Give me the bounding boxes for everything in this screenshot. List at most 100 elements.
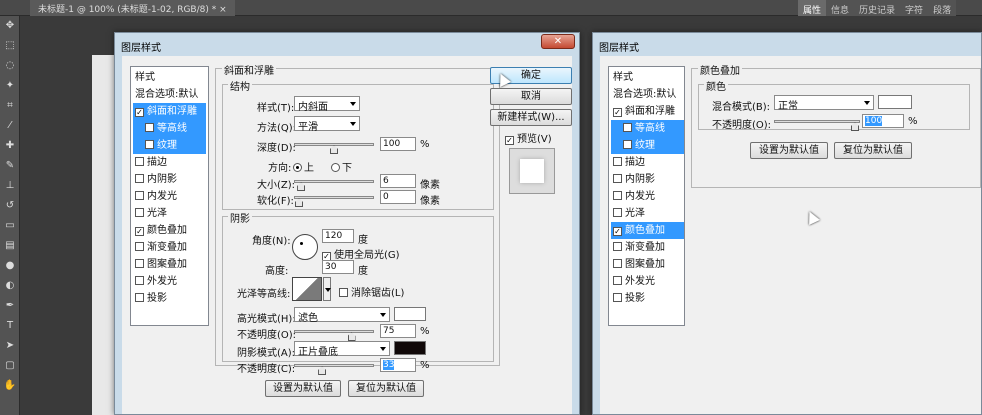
opacity-input[interactable]: 100 — [862, 114, 904, 128]
style-list-item[interactable]: 外发光 — [133, 273, 206, 290]
checkbox-empty-icon[interactable] — [613, 259, 622, 268]
brush-tool-icon[interactable]: ✎ — [2, 158, 18, 173]
document-tab-close-icon[interactable]: × — [219, 5, 227, 15]
healing-brush-tool-icon[interactable]: ✚ — [2, 138, 18, 153]
style-list-item[interactable]: ✓ 斜面和浮雕 — [133, 103, 206, 120]
blur-tool-icon[interactable]: ● — [2, 258, 18, 273]
checkbox-empty-icon[interactable] — [145, 123, 154, 132]
close-button[interactable]: ✕ — [541, 34, 575, 49]
highlight-opacity-slider[interactable] — [294, 330, 374, 341]
tab-history[interactable]: 历史记录 — [854, 0, 900, 16]
magic-wand-tool-icon[interactable]: ✦ — [2, 78, 18, 93]
size-input[interactable]: 6 — [380, 174, 416, 188]
checkbox-checked-icon[interactable]: ✓ — [613, 108, 622, 117]
shadow-mode-select[interactable]: 正片叠底 — [294, 341, 390, 358]
soften-input[interactable]: 0 — [380, 190, 416, 204]
style-list-item[interactable]: 内发光 — [611, 188, 684, 205]
hand-tool-icon[interactable]: ✋ — [2, 378, 18, 393]
style-list-item[interactable]: 投影 — [611, 290, 684, 307]
angle-dial[interactable] — [292, 234, 318, 260]
checkbox-empty-icon[interactable] — [613, 157, 622, 166]
highlight-mode-select[interactable]: 滤色 — [294, 307, 390, 324]
style-list-item[interactable]: 描边 — [611, 154, 684, 171]
tab-info[interactable]: 信息 — [826, 0, 854, 16]
style-list-item[interactable]: 渐变叠加 — [133, 239, 206, 256]
checkbox-empty-icon[interactable] — [135, 174, 144, 183]
checkbox-checked-icon[interactable]: ✓ — [135, 108, 144, 117]
gradient-tool-icon[interactable]: ▤ — [2, 238, 18, 253]
global-light-checkbox[interactable]: ✓ 使用全局光(G) — [322, 246, 400, 261]
checkbox-empty-icon[interactable] — [135, 242, 144, 251]
checkbox-empty-icon[interactable] — [613, 174, 622, 183]
shape-tool-icon[interactable]: ▢ — [2, 358, 18, 373]
style-list-item[interactable]: 内发光 — [133, 188, 206, 205]
cancel-button[interactable]: 取消 — [490, 88, 572, 105]
style-list-item[interactable]: 投影 — [133, 290, 206, 307]
direction-down-radio[interactable]: 下 — [331, 159, 352, 174]
tab-paragraph[interactable]: 段落 — [928, 0, 956, 16]
dodge-tool-icon[interactable]: ◐ — [2, 278, 18, 293]
eraser-tool-icon[interactable]: ▭ — [2, 218, 18, 233]
antialias-checkbox[interactable]: 消除锯齿(L) — [339, 284, 404, 299]
checkbox-empty-icon[interactable] — [613, 293, 622, 302]
size-slider[interactable] — [294, 180, 374, 191]
marquee-tool-icon[interactable]: ⬚ — [2, 38, 18, 53]
crop-tool-icon[interactable]: ⌗ — [2, 98, 18, 113]
shadow-color-swatch[interactable] — [394, 341, 426, 355]
document-tab[interactable]: 未标题-1 @ 100% (未标题-1-02, RGB/8) * × — [30, 0, 235, 16]
style-list-item[interactable]: ✓ 斜面和浮雕 — [611, 103, 684, 120]
path-selection-tool-icon[interactable]: ➤ — [2, 338, 18, 353]
new-style-button[interactable]: 新建样式(W)... — [490, 109, 572, 126]
style-list-item[interactable]: 光泽 — [133, 205, 206, 222]
style-list-item[interactable]: 等高线 — [133, 120, 206, 137]
checkbox-empty-icon[interactable] — [613, 276, 622, 285]
shadow-opacity-slider-thumb[interactable] — [318, 366, 327, 375]
move-tool-icon[interactable]: ✥ — [2, 18, 18, 33]
style-list-item[interactable]: 等高线 — [611, 120, 684, 137]
set-default-button[interactable]: 设置为默认值 — [265, 380, 341, 397]
opacity-slider[interactable] — [774, 120, 860, 131]
checkbox-empty-icon[interactable] — [135, 293, 144, 302]
reset-default-button[interactable]: 复位为默认值 — [834, 142, 912, 159]
highlight-opacity-input[interactable]: 75 — [380, 324, 416, 338]
blend-mode-select[interactable]: 正常 — [774, 95, 874, 112]
checkbox-empty-icon[interactable] — [135, 259, 144, 268]
depth-input[interactable]: 100 — [380, 137, 416, 151]
style-list-item[interactable]: 外发光 — [611, 273, 684, 290]
angle-input[interactable]: 120 — [322, 229, 354, 243]
highlight-color-swatch[interactable] — [394, 307, 426, 321]
style-list-item[interactable]: 混合选项:默认 — [133, 86, 206, 103]
direction-up-radio[interactable]: 上 — [293, 159, 314, 174]
checkbox-empty-icon[interactable] — [135, 208, 144, 217]
style-list-item[interactable]: 纹理 — [611, 137, 684, 154]
overlay-color-swatch[interactable] — [878, 95, 912, 109]
pen-tool-icon[interactable]: ✒ — [2, 298, 18, 313]
checkbox-empty-icon[interactable] — [613, 208, 622, 217]
style-list-item[interactable]: 描边 — [133, 154, 206, 171]
soften-slider[interactable] — [294, 196, 374, 207]
style-list-item[interactable]: 光泽 — [611, 205, 684, 222]
set-default-button[interactable]: 设置为默认值 — [750, 142, 828, 159]
shadow-opacity-input[interactable]: 33 — [380, 358, 416, 372]
style-list-item[interactable]: 图案叠加 — [133, 256, 206, 273]
checkbox-empty-icon[interactable] — [135, 157, 144, 166]
depth-slider[interactable] — [294, 143, 374, 154]
style-select[interactable]: 内斜面 — [294, 96, 360, 113]
style-list-item[interactable]: 内阴影 — [611, 171, 684, 188]
reset-default-button[interactable]: 复位为默认值 — [348, 380, 424, 397]
technique-select[interactable]: 平滑 — [294, 116, 360, 133]
checkbox-empty-icon[interactable] — [135, 276, 144, 285]
style-list-item[interactable]: 图案叠加 — [611, 256, 684, 273]
style-list-item[interactable]: ✓ 颜色叠加 — [133, 222, 206, 239]
checkbox-empty-icon[interactable] — [613, 242, 622, 251]
type-tool-icon[interactable]: T — [2, 318, 18, 333]
preview-checkbox[interactable]: ✓ 预览(V) — [505, 130, 552, 145]
shadow-opacity-slider[interactable] — [294, 364, 374, 375]
checkbox-empty-icon[interactable] — [145, 140, 154, 149]
checkbox-empty-icon[interactable] — [623, 140, 632, 149]
tab-properties[interactable]: 属性 — [798, 0, 827, 16]
altitude-input[interactable]: 30 — [322, 260, 354, 274]
checkbox-empty-icon[interactable] — [623, 123, 632, 132]
clone-stamp-tool-icon[interactable]: ⊥ — [2, 178, 18, 193]
history-brush-tool-icon[interactable]: ↺ — [2, 198, 18, 213]
